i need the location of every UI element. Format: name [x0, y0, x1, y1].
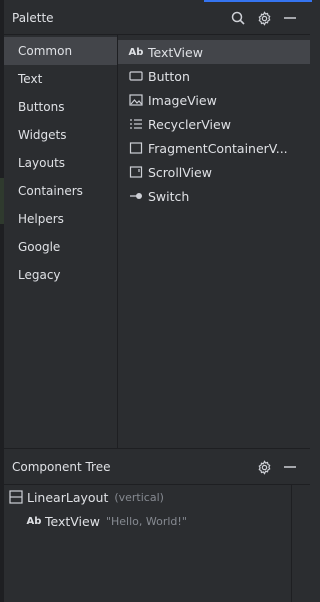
widget-label: FragmentContainerV... [148, 140, 288, 156]
button-icon [128, 70, 144, 82]
textview-icon: Ab [128, 46, 144, 58]
category-containers[interactable]: Containers [4, 177, 117, 205]
component-tree-title: Component Tree [12, 460, 111, 474]
scrollview-icon [128, 166, 144, 178]
component-tree-header: Component Tree [4, 451, 312, 483]
category-layouts[interactable]: Layouts [4, 149, 117, 177]
textview-icon: Ab [26, 515, 42, 527]
category-legacy[interactable]: Legacy [4, 261, 117, 289]
category-widgets[interactable]: Widgets [4, 121, 117, 149]
widget-button[interactable]: Button [118, 64, 310, 88]
search-icon[interactable] [230, 10, 246, 26]
palette-toolbar [230, 10, 312, 26]
tree-node-name: LinearLayout [27, 489, 109, 505]
minimize-icon[interactable] [282, 10, 298, 26]
category-helpers[interactable]: Helpers [4, 205, 117, 233]
category-google[interactable]: Google [4, 233, 117, 261]
widget-switch[interactable]: Switch [118, 184, 310, 208]
widget-list: Ab TextView Button ImageView RecyclerVie… [118, 35, 310, 448]
component-tree: LinearLayout (vertical) Ab TextView "Hel… [4, 484, 310, 602]
tree-node-linearlayout[interactable]: LinearLayout (vertical) [4, 485, 310, 509]
palette-header: Palette [4, 2, 312, 34]
widget-textview[interactable]: Ab TextView [118, 40, 310, 64]
widget-label: Button [148, 68, 190, 84]
palette-title: Palette [12, 11, 54, 25]
gear-icon[interactable] [256, 10, 272, 26]
widget-fragmentcontainerview[interactable]: FragmentContainerV... [118, 136, 310, 160]
widget-label: ImageView [148, 92, 217, 108]
widget-label: RecyclerView [148, 116, 231, 132]
image-icon [128, 94, 144, 106]
palette-body: Common Text Buttons Widgets Layouts Cont… [4, 34, 310, 449]
tree-node-detail: "Hello, World!" [105, 514, 187, 528]
tree-node-name: TextView [45, 513, 100, 529]
fragment-icon [128, 142, 144, 154]
switch-icon [128, 190, 144, 202]
widget-label: ScrollView [148, 164, 212, 180]
linearlayout-icon [8, 490, 24, 504]
tree-node-detail: (vertical) [114, 490, 164, 504]
category-text[interactable]: Text [4, 65, 117, 93]
minimize-icon[interactable] [282, 459, 298, 475]
widget-recyclerview[interactable]: RecyclerView [118, 112, 310, 136]
widget-label: TextView [148, 44, 203, 60]
component-tree-toolbar [256, 459, 312, 475]
category-buttons[interactable]: Buttons [4, 93, 117, 121]
category-common[interactable]: Common [4, 37, 117, 65]
widget-scrollview[interactable]: ScrollView [118, 160, 310, 184]
widget-imageview[interactable]: ImageView [118, 88, 310, 112]
widget-label: Switch [148, 188, 190, 204]
tree-scrollbar-track[interactable] [291, 485, 292, 602]
list-icon [128, 118, 144, 130]
gear-icon[interactable] [256, 459, 272, 475]
category-list: Common Text Buttons Widgets Layouts Cont… [4, 35, 118, 448]
tree-node-textview[interactable]: Ab TextView "Hello, World!" [4, 509, 310, 533]
